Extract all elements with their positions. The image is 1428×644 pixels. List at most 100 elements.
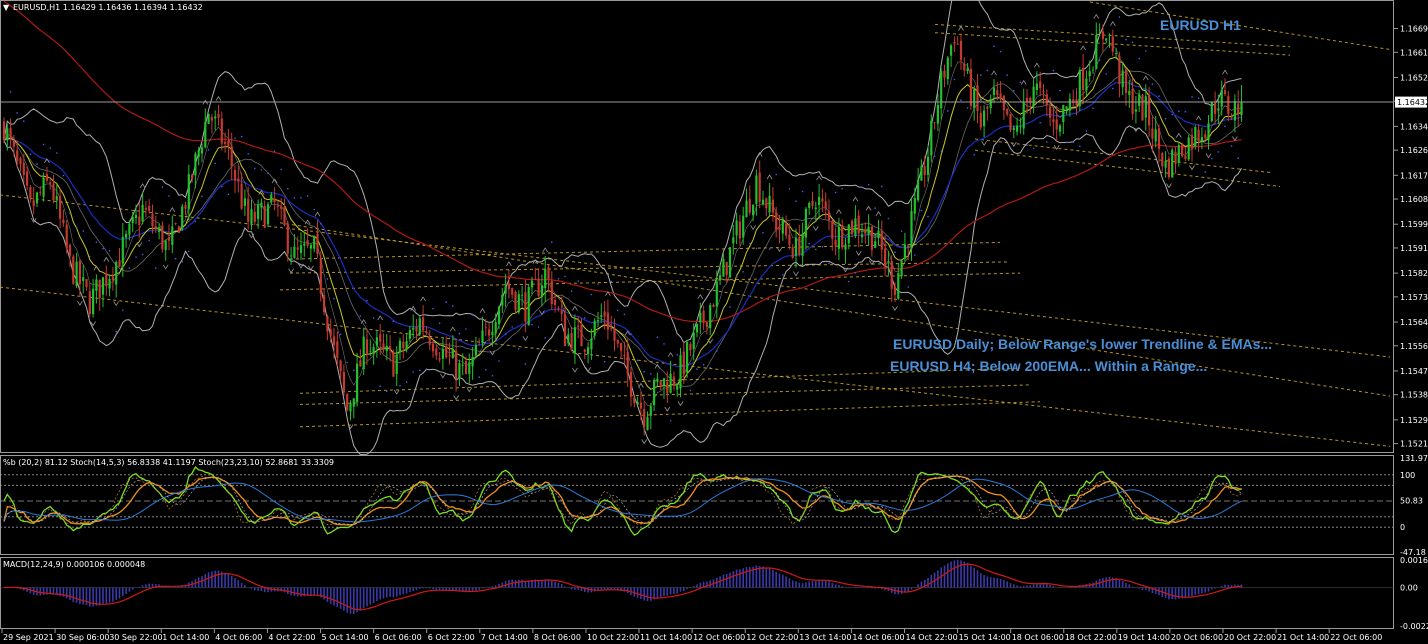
candle-body (88, 291, 91, 315)
sar-dot (537, 326, 540, 328)
candle-body (547, 267, 550, 280)
time-tick-label: 1 Oct 14:00 (162, 633, 209, 642)
candle-body (557, 308, 560, 310)
sar-dot (722, 308, 725, 310)
sar-dot (1065, 141, 1068, 144)
sar-dot (1138, 57, 1140, 60)
candle-body (468, 362, 471, 374)
sar-dot (551, 241, 553, 243)
sar-dot (1164, 117, 1167, 120)
candle-body (435, 348, 438, 356)
candle-body (45, 174, 48, 181)
candle-body (92, 288, 95, 315)
chart-window[interactable]: 1.166951.166101.165201.164351.163451.162… (0, 0, 1428, 644)
sar-dot (1112, 87, 1114, 90)
candle-body (1062, 105, 1065, 122)
sar-dot (1085, 130, 1088, 132)
candle-body (1101, 31, 1104, 40)
sar-dot (491, 375, 494, 377)
sar-dot (815, 248, 817, 251)
candle-body (913, 198, 916, 214)
sar-dot (531, 323, 533, 326)
candle-body (1184, 155, 1187, 159)
oscillator-layer (0, 466, 1394, 536)
candle-body (781, 220, 784, 234)
candle-body (171, 226, 174, 245)
sar-dot (782, 274, 784, 276)
candle-body (527, 287, 530, 326)
triangle-down-icon[interactable]: ▼ (3, 3, 10, 12)
candle-body (517, 294, 520, 313)
fractal-up-icon (420, 296, 426, 302)
candle-body (1078, 70, 1081, 107)
chart-canvas[interactable]: 1.166951.166101.165201.164351.163451.162… (0, 0, 1428, 644)
sar-dot (1079, 145, 1081, 147)
candle-body (402, 341, 405, 349)
candle-body (933, 122, 936, 124)
candle-body (319, 257, 322, 294)
sar-dot (676, 354, 678, 356)
fractal-up-icon (314, 211, 321, 217)
candle-body (464, 361, 468, 374)
sar-dot (326, 278, 329, 280)
time-tick-label: 20 Oct 06:00 (1171, 633, 1223, 642)
candle-body (946, 57, 949, 80)
candle-body (1058, 125, 1062, 132)
candle-body (1174, 151, 1177, 164)
sar-dot (254, 167, 256, 170)
time-axis[interactable]: 29 Sep 2021 30 Sep 06:00 30 Sep 22:00 1 Oct… (1, 629, 1382, 642)
sar-dot (1039, 121, 1041, 124)
sar-dot (999, 50, 1002, 53)
candle-body (144, 207, 147, 210)
sar-dot (1013, 89, 1015, 92)
sar-dot (947, 110, 949, 112)
candle-body (950, 45, 953, 56)
sar-dot (669, 420, 672, 422)
sar-dot (801, 190, 804, 193)
candle-body (461, 364, 464, 366)
candle-body (445, 346, 448, 358)
candle-body (996, 90, 999, 95)
candle-body (1164, 161, 1167, 168)
bollinger-bands-layer (3, 0, 1242, 456)
oscillator-tick-label: 131.97 (1400, 454, 1428, 463)
candle-body (438, 358, 441, 360)
candle-body (1095, 35, 1098, 69)
candle-body (600, 315, 603, 317)
fractal-down-icon (1166, 183, 1172, 189)
sar-dot (663, 343, 665, 345)
candle-body (689, 344, 692, 351)
price-tick-label: 1.15560 (1400, 342, 1428, 351)
candle-body (732, 237, 735, 244)
sar-dot (570, 290, 573, 292)
ema-slow-line (3, 0, 1242, 323)
candle-body (794, 237, 798, 256)
price-axis[interactable]: 1.166951.166101.165201.164351.163451.162… (1394, 25, 1428, 449)
candle-body (577, 325, 580, 327)
sar-dot (452, 305, 454, 307)
candle-body (395, 354, 398, 374)
candle-body (966, 68, 969, 72)
annotation-title: EURUSD H1 (1160, 17, 1241, 33)
sar-dot (9, 91, 12, 93)
candle-body (639, 402, 642, 409)
price-tick-label: 1.16520 (1400, 74, 1428, 83)
sar-dot (62, 174, 65, 177)
sar-dot (914, 254, 916, 256)
candle-body (1088, 71, 1091, 77)
candle-body (771, 199, 774, 213)
candle-body (299, 245, 303, 253)
candle-body (666, 381, 669, 394)
fractal-up-icon (766, 174, 773, 180)
oscillator-tick-label: 0 (1400, 523, 1405, 532)
sar-dot (689, 389, 692, 392)
candle-body (339, 360, 342, 372)
sar-dot (207, 149, 210, 151)
fractal-up-icon (1109, 20, 1116, 26)
candle-body (332, 336, 336, 346)
candle-body (283, 206, 286, 225)
candle-body (798, 237, 801, 255)
candle-body (715, 281, 718, 307)
sar-dot (980, 74, 982, 76)
candle-body (365, 339, 369, 355)
